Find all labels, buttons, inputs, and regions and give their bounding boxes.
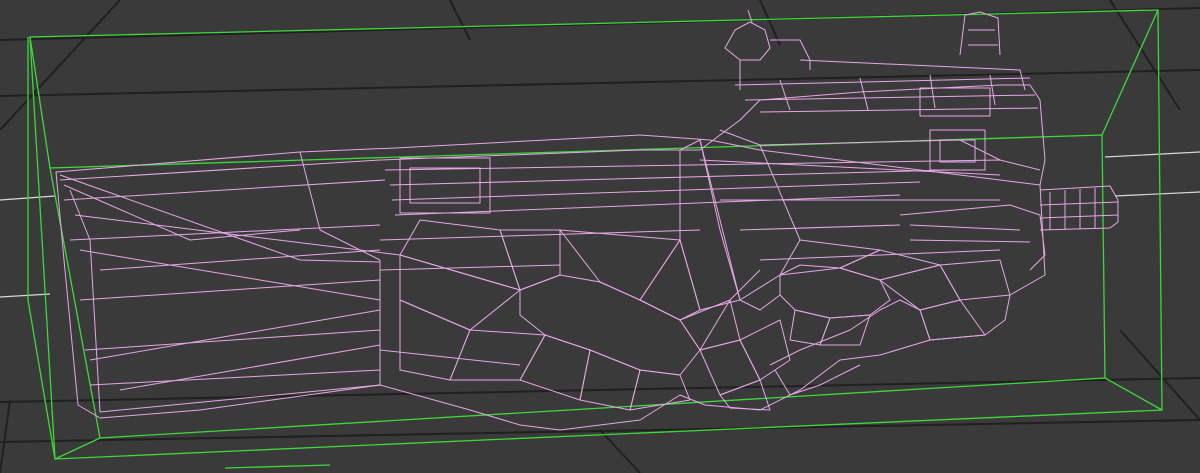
3d-viewport[interactable] bbox=[0, 0, 1200, 473]
viewport-canvas[interactable] bbox=[0, 0, 1200, 473]
